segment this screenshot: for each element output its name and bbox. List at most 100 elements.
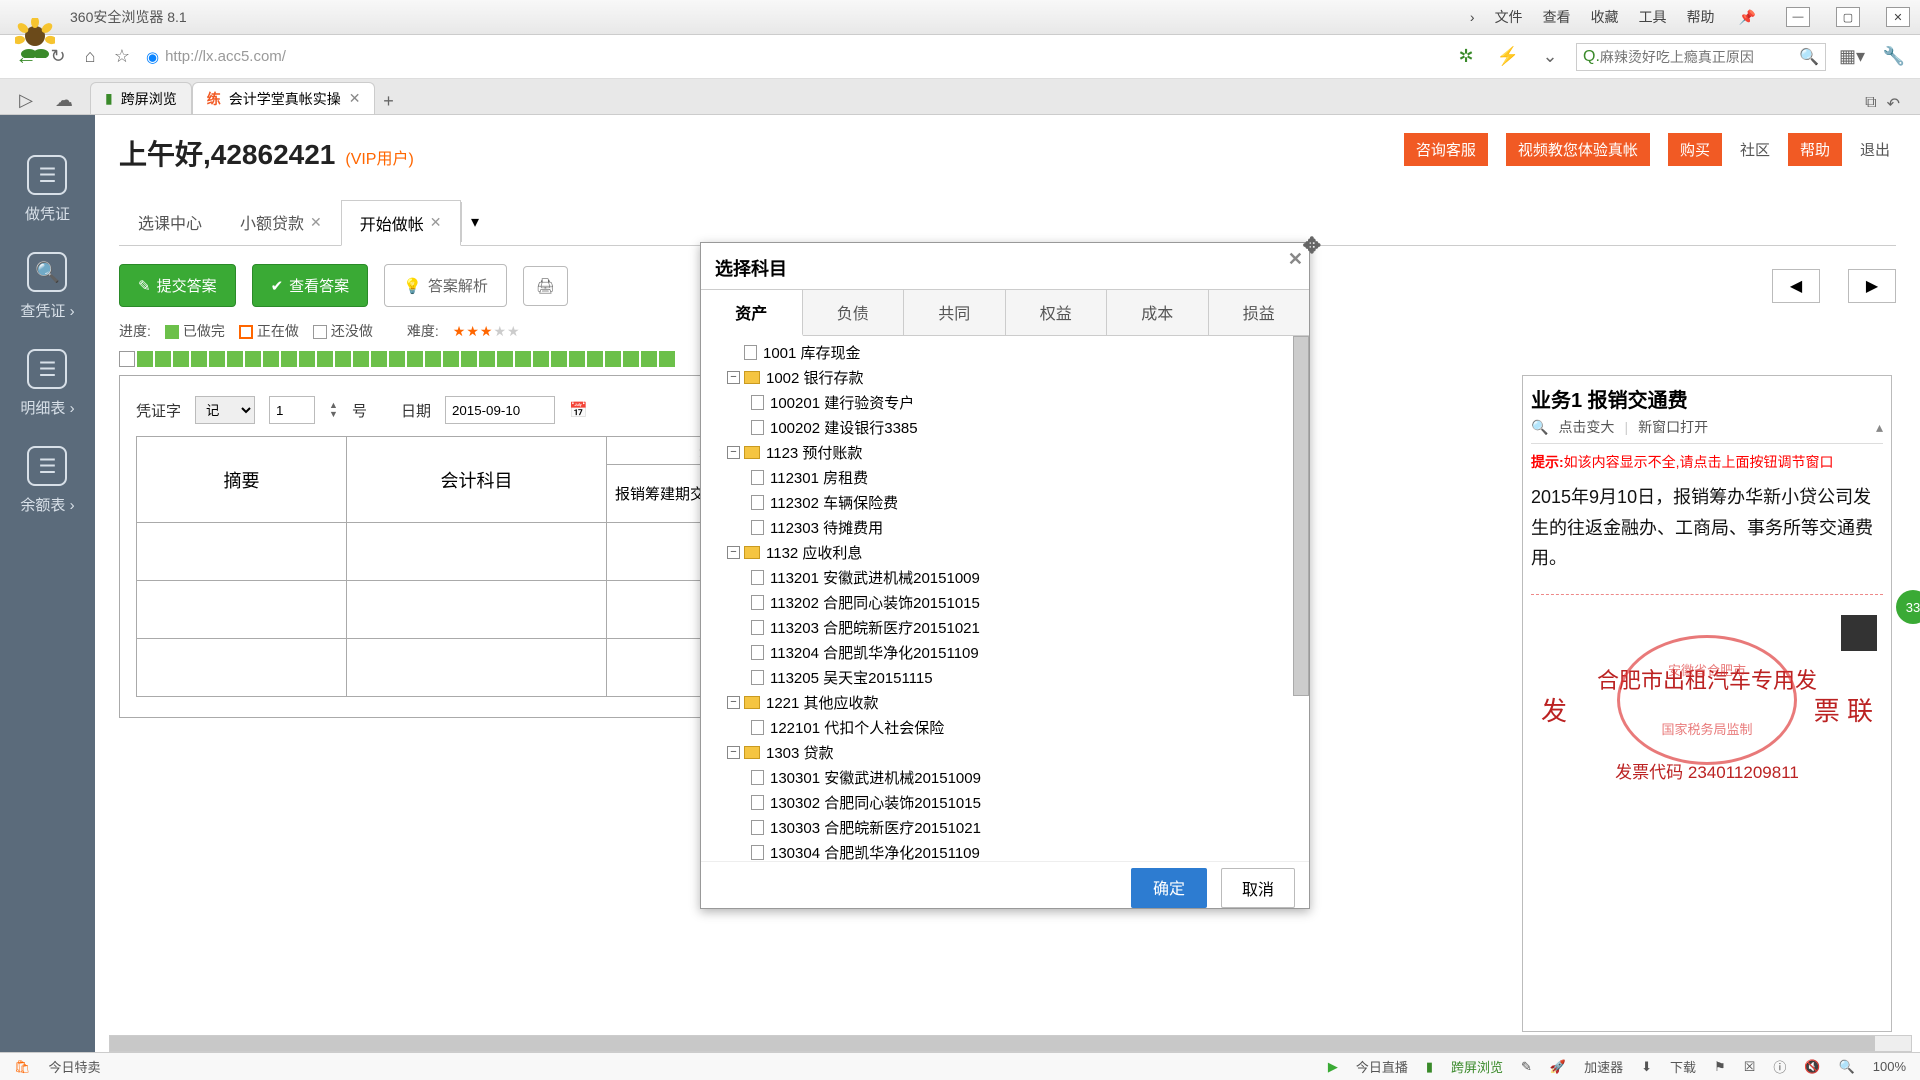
subject-tree[interactable]: 1001 库存现金−1002 银行存款100201 建行验资专户100202 建… — [701, 336, 1309, 861]
calendar-icon[interactable]: 📅 — [569, 401, 588, 419]
tree-node[interactable]: −1221 其他应收款 — [707, 690, 1303, 715]
expand-icon[interactable]: − — [727, 446, 740, 459]
progress-cell[interactable] — [461, 351, 477, 367]
tab-start[interactable]: 开始做帐✕ — [341, 200, 461, 246]
voucher-num-input[interactable] — [269, 396, 315, 424]
progress-cell[interactable] — [371, 351, 387, 367]
tab-liab[interactable]: 负债 — [803, 290, 905, 335]
close-button[interactable]: ✕ — [1886, 7, 1910, 27]
scroll-up-icon[interactable]: ▴ — [1876, 419, 1883, 436]
progress-cell[interactable] — [425, 351, 441, 367]
tab-dropdown[interactable]: ▾ — [461, 202, 489, 242]
pin-icon[interactable]: 📌 — [1735, 9, 1760, 26]
cell[interactable] — [137, 523, 347, 581]
tab-undo-icon[interactable]: ↶ — [1887, 94, 1900, 114]
bolt-icon[interactable]: ⚡ — [1494, 43, 1522, 71]
community-link[interactable]: 社区 — [1740, 139, 1770, 160]
scrollbar-thumb[interactable] — [110, 1036, 1875, 1051]
progress-cell[interactable] — [299, 351, 315, 367]
tab-courses[interactable]: 选课中心 — [119, 199, 221, 245]
rail-detail[interactable]: ☰明细表 › — [20, 349, 74, 418]
expand-icon[interactable]: − — [727, 546, 740, 559]
tree-node[interactable]: 122101 代扣个人社会保险 — [707, 715, 1303, 740]
cell[interactable] — [347, 639, 607, 697]
cell[interactable] — [137, 581, 347, 639]
ok-button[interactable]: 确定 — [1131, 868, 1207, 908]
tab-close-icon[interactable]: ✕ — [349, 90, 361, 107]
date-input[interactable] — [445, 396, 555, 424]
progress-cell[interactable] — [407, 351, 423, 367]
progress-cell[interactable] — [569, 351, 585, 367]
cell[interactable] — [347, 523, 607, 581]
prev-button[interactable]: ◀ — [1772, 269, 1820, 303]
sale-icon[interactable]: 🛍 — [14, 1059, 31, 1075]
home-button[interactable]: ⌂ — [76, 43, 104, 71]
tree-node[interactable]: −1002 银行存款 — [707, 365, 1303, 390]
cell[interactable] — [137, 639, 347, 697]
voucher-word-select[interactable]: 记 — [195, 396, 255, 424]
zoom-level[interactable]: 100% — [1873, 1059, 1906, 1074]
tab-smallloan[interactable]: 小额贷款✕ — [221, 199, 341, 245]
zoom-link[interactable]: 点击变大 — [1558, 417, 1614, 437]
progress-cell[interactable] — [389, 351, 405, 367]
menu-file[interactable]: 文件 — [1495, 7, 1523, 27]
tab-crossscreen[interactable]: ▮ 跨屏浏览 — [90, 82, 192, 114]
dropdown-icon[interactable]: ⌄ — [1536, 43, 1564, 71]
mute-icon[interactable]: 🔇 — [1804, 1059, 1820, 1075]
progress-cell[interactable] — [515, 351, 531, 367]
zoom-icon[interactable]: 🔍 — [1839, 1059, 1855, 1075]
tab-accounting[interactable]: 练 会计学堂真帐实操 ✕ — [192, 82, 376, 114]
rail-balance[interactable]: ☰余额表 › — [20, 446, 74, 515]
live-link[interactable]: 今日直播 — [1356, 1057, 1408, 1076]
tree-node[interactable]: −1303 贷款 — [707, 740, 1303, 765]
menu-help[interactable]: 帮助 — [1687, 7, 1715, 27]
spinner-down[interactable]: ▼ — [329, 410, 338, 419]
cross-link[interactable]: 跨屏浏览 — [1451, 1057, 1503, 1076]
modal-close-icon[interactable]: ✕ — [1288, 249, 1303, 270]
tab-equity[interactable]: 权益 — [1006, 290, 1108, 335]
horizontal-scrollbar[interactable] — [109, 1035, 1912, 1052]
tree-node[interactable]: −1123 预付账款 — [707, 440, 1303, 465]
accel-link[interactable]: 加速器 — [1584, 1057, 1623, 1076]
tree-node[interactable]: 130303 合肥皖新医疗20151021 — [707, 815, 1303, 840]
tree-node[interactable]: 113202 合肥同心装饰20151015 — [707, 590, 1303, 615]
flag-icon[interactable]: ⚑ — [1714, 1059, 1726, 1075]
progress-cell[interactable] — [443, 351, 459, 367]
buy-button[interactable]: 购买 — [1668, 133, 1722, 166]
expand-icon[interactable]: − — [727, 746, 740, 759]
progress-cell[interactable] — [245, 351, 261, 367]
tree-node[interactable]: −1132 应收利息 — [707, 540, 1303, 565]
tree-node[interactable]: 130301 安徽武进机械20151009 — [707, 765, 1303, 790]
tree-node[interactable]: 113204 合肥凯华净化20151109 — [707, 640, 1303, 665]
tab-restore-icon[interactable]: ⧉ — [1865, 94, 1876, 114]
edit-icon[interactable]: ✎ — [1521, 1059, 1532, 1075]
progress-cell[interactable] — [281, 351, 297, 367]
print-button[interactable]: 🖨 — [523, 266, 568, 306]
tree-node[interactable]: 112301 房租费 — [707, 465, 1303, 490]
search-input[interactable] — [1600, 49, 1799, 65]
progress-cell[interactable] — [209, 351, 225, 367]
submit-button[interactable]: ✎提交答案 — [119, 264, 236, 307]
url-field[interactable]: ◉ http://lx.acc5.com/ — [138, 42, 838, 72]
cancel-button[interactable]: 取消 — [1221, 868, 1295, 908]
search-icon[interactable]: 🔍 — [1799, 47, 1819, 67]
progress-cell[interactable] — [227, 351, 243, 367]
grid-icon[interactable]: ▦▾ — [1838, 43, 1866, 71]
menu-view[interactable]: 查看 — [1543, 7, 1571, 27]
cell[interactable] — [347, 581, 607, 639]
progress-cell[interactable] — [551, 351, 567, 367]
progress-cell[interactable] — [641, 351, 657, 367]
sale-link[interactable]: 今日特卖 — [49, 1057, 101, 1076]
download-icon[interactable]: ⬇ — [1641, 1059, 1652, 1075]
progress-cell[interactable] — [605, 351, 621, 367]
rocket-icon[interactable]: 🚀 — [1550, 1059, 1566, 1075]
progress-cell[interactable] — [173, 351, 189, 367]
ip-icon[interactable]: ⓘ — [1773, 1057, 1786, 1076]
tree-scrollbar[interactable] — [1293, 336, 1309, 696]
tab-profit[interactable]: 损益 — [1209, 290, 1310, 335]
newwin-link[interactable]: 新窗口打开 — [1638, 417, 1708, 437]
logout-link[interactable]: 退出 — [1860, 139, 1890, 160]
next-button[interactable]: ▶ — [1848, 269, 1896, 303]
tree-node[interactable]: 112302 车辆保险费 — [707, 490, 1303, 515]
consult-button[interactable]: 咨询客服 — [1404, 133, 1488, 166]
